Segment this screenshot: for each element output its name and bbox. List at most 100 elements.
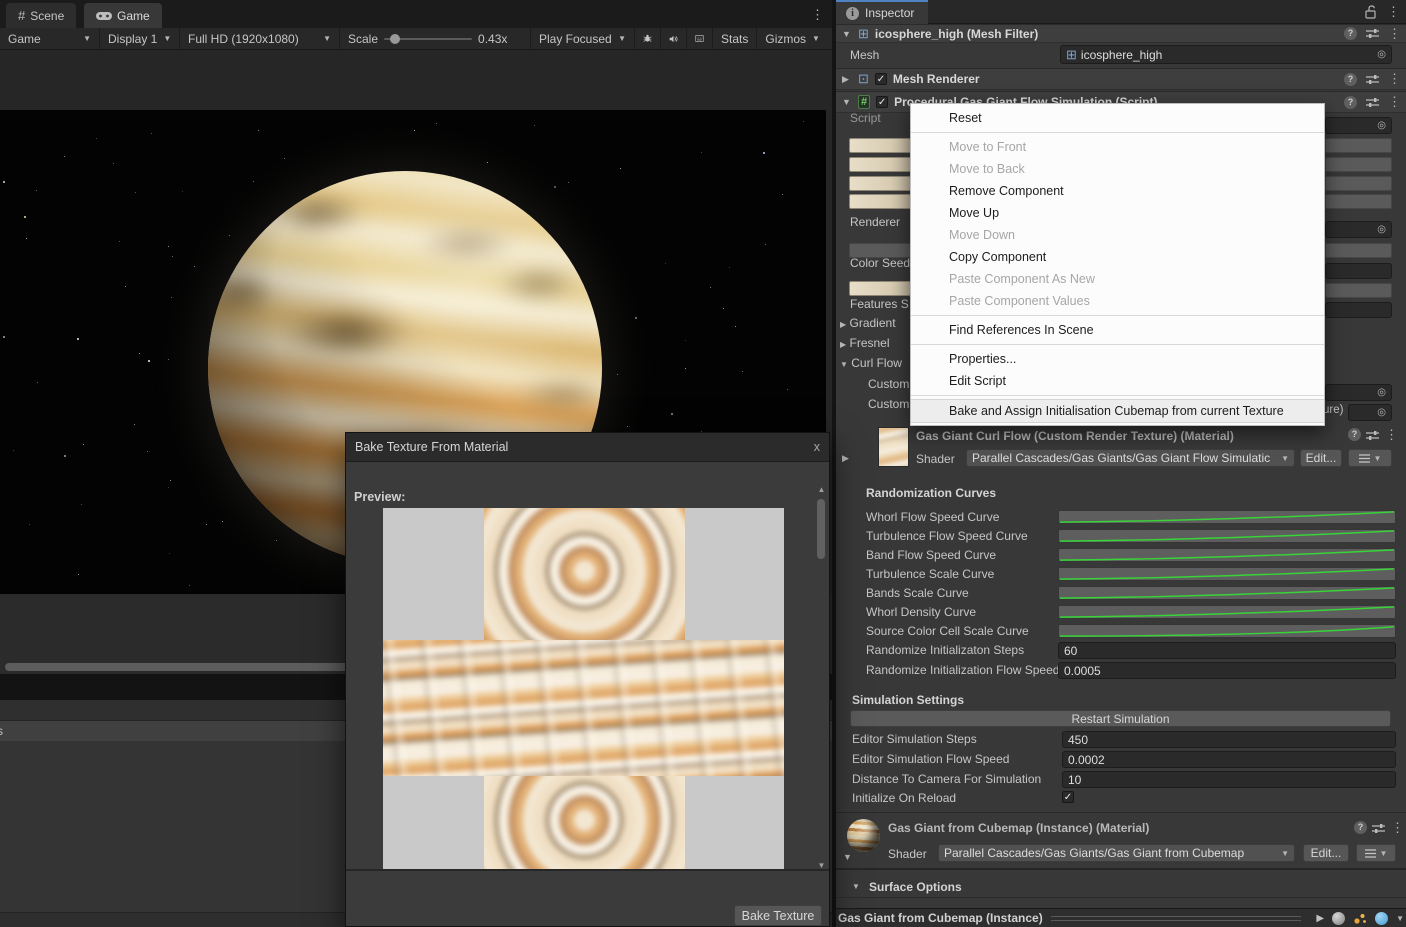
- initialize-on-reload-checkbox[interactable]: ✓: [1062, 791, 1074, 803]
- material-menu-icon[interactable]: ⋮: [1385, 427, 1398, 443]
- curve-field[interactable]: [1058, 510, 1396, 524]
- object-picker-icon[interactable]: ◎: [1377, 224, 1386, 235]
- resolution-dropdown[interactable]: Full HD (1920x1080)▼: [180, 28, 340, 50]
- stats-button[interactable]: Stats: [713, 28, 757, 50]
- curve-field[interactable]: [1058, 567, 1396, 581]
- help-icon[interactable]: ?: [1344, 73, 1357, 86]
- material-menu-icon[interactable]: ⋮: [1391, 820, 1404, 836]
- value-field[interactable]: [1325, 263, 1392, 279]
- tab-game[interactable]: Game: [84, 3, 162, 28]
- material-foldout-icon[interactable]: ▼: [843, 852, 853, 862]
- presets-icon[interactable]: [1366, 74, 1379, 85]
- curve-field[interactable]: [1058, 586, 1396, 600]
- editor-sim-flow-speed-field[interactable]: 0.0002: [1062, 751, 1396, 768]
- gradient-preview-field[interactable]: [849, 176, 911, 191]
- surface-options-row[interactable]: ▼ Surface Options: [836, 876, 1406, 898]
- dialog-close-button[interactable]: x: [814, 440, 820, 454]
- inspector-menu-icon[interactable]: ⋮: [1387, 4, 1400, 20]
- color-seed-field[interactable]: [849, 281, 911, 296]
- shader-edit-button[interactable]: Edit...: [1303, 844, 1349, 862]
- component-menu-icon[interactable]: ⋮: [1388, 94, 1401, 110]
- slider-field-end[interactable]: [1325, 243, 1392, 258]
- gradient-field-end[interactable]: [1325, 176, 1392, 191]
- randomize-flow-speed-field[interactable]: 0.0005: [1058, 662, 1396, 679]
- script-enabled-checkbox[interactable]: ✓: [876, 96, 888, 108]
- gradient-field-end[interactable]: [1325, 138, 1392, 153]
- dialog-titlebar[interactable]: Bake Texture From Material x: [346, 433, 829, 462]
- foldout-closed-icon[interactable]: ▶: [842, 74, 852, 85]
- focus-mode-dropdown[interactable]: Play Focused▼: [530, 28, 635, 50]
- help-icon[interactable]: ?: [1344, 96, 1357, 109]
- lock-open-icon[interactable]: [1365, 5, 1377, 19]
- gradient-field-end[interactable]: [1325, 194, 1392, 209]
- curve-field[interactable]: [1058, 624, 1396, 638]
- menu-item-remove-component[interactable]: Remove Component: [911, 180, 1324, 202]
- material-foldout-icon[interactable]: ▶: [842, 453, 852, 464]
- debug-bug-button[interactable]: [635, 28, 661, 50]
- mesh-renderer-header[interactable]: ▶ ⊡ ✓ Mesh Renderer ? ⋮: [836, 68, 1406, 90]
- preview-options-caret[interactable]: ▼: [1396, 914, 1404, 923]
- menu-item-edit-script[interactable]: Edit Script: [911, 370, 1324, 392]
- dialog-scrollbar[interactable]: ▲ ▼: [816, 485, 827, 870]
- object-picker-icon[interactable]: ◎: [1377, 407, 1386, 418]
- scale-slider[interactable]: [384, 38, 472, 40]
- material-list-button[interactable]: ▼: [1356, 844, 1396, 862]
- menu-item-properties[interactable]: Properties...: [911, 348, 1324, 370]
- script-object-field[interactable]: ◎: [1325, 117, 1392, 134]
- object-picker-icon[interactable]: ◎: [1377, 49, 1386, 60]
- tab-scene[interactable]: # Scene: [6, 3, 76, 28]
- help-icon[interactable]: ?: [1348, 428, 1361, 441]
- gradient-preview-field[interactable]: [849, 157, 911, 172]
- curl-material-thumbnail[interactable]: [878, 427, 909, 467]
- mute-audio-button[interactable]: [661, 28, 687, 50]
- mesh-renderer-enabled-checkbox[interactable]: ✓: [875, 73, 887, 85]
- renderer-object-field[interactable]: ◎: [1325, 221, 1392, 238]
- preview-lighting-icon[interactable]: [1353, 912, 1367, 925]
- curve-field[interactable]: [1058, 605, 1396, 619]
- scrollbar-thumb[interactable]: [817, 499, 825, 559]
- custom-texture-object-field[interactable]: ◎: [1325, 384, 1392, 401]
- gradient-preview-field[interactable]: [849, 194, 911, 209]
- bake-texture-button[interactable]: Bake Texture: [734, 905, 822, 926]
- presets-icon[interactable]: [1366, 97, 1379, 108]
- drag-handle[interactable]: [1051, 916, 1301, 921]
- shader-dropdown[interactable]: Parallel Cascades/Gas Giants/Gas Giant f…: [938, 844, 1295, 862]
- custom-texture-object-field[interactable]: ◎: [1348, 404, 1392, 421]
- menu-item-reset[interactable]: Reset: [911, 107, 1324, 129]
- slider-field-end[interactable]: [1325, 283, 1392, 298]
- display-dropdown[interactable]: Display 1▼: [100, 28, 180, 50]
- shader-dropdown[interactable]: Parallel Cascades/Gas Giants/Gas Giant F…: [966, 449, 1295, 467]
- material-list-button[interactable]: ▼: [1348, 449, 1392, 467]
- foldout-open-icon[interactable]: ▼: [842, 29, 852, 39]
- menu-item-bake-cubemap[interactable]: Bake and Assign Initialisation Cubemap f…: [911, 399, 1324, 423]
- component-menu-icon[interactable]: ⋮: [1388, 26, 1401, 42]
- component-menu-icon[interactable]: ⋮: [1388, 71, 1401, 87]
- menu-item-copy-component[interactable]: Copy Component: [911, 246, 1324, 268]
- material-preview-bar[interactable]: Gas Giant from Cubemap (Instance) ▶ ▼: [836, 908, 1406, 927]
- gizmos-dropdown[interactable]: Gizmos▼: [757, 28, 828, 50]
- object-picker-icon[interactable]: ◎: [1377, 120, 1386, 131]
- curve-field[interactable]: [1058, 529, 1396, 543]
- shader-edit-button[interactable]: Edit...: [1300, 449, 1342, 467]
- help-icon[interactable]: ?: [1344, 27, 1357, 40]
- preview-sphere-icon[interactable]: [1332, 912, 1345, 925]
- menu-item-find-references[interactable]: Find References In Scene: [911, 319, 1324, 341]
- distance-to-camera-field[interactable]: 10: [1062, 771, 1396, 788]
- keyboard-shortcuts-button[interactable]: [687, 28, 713, 50]
- presets-icon[interactable]: [1366, 430, 1379, 441]
- preview-play-icon[interactable]: ▶: [1316, 913, 1324, 924]
- presets-icon[interactable]: [1372, 823, 1385, 834]
- mesh-filter-header[interactable]: ▼ ⊞ icosphere_high (Mesh Filter) ? ⋮: [836, 24, 1406, 43]
- game-view-menu-icon[interactable]: ⋮: [811, 7, 824, 23]
- restart-simulation-button[interactable]: Restart Simulation: [850, 710, 1391, 727]
- object-picker-icon[interactable]: ◎: [1377, 387, 1386, 398]
- curl-flow-foldout[interactable]: ▼ Curl Flow: [840, 356, 902, 370]
- curve-field[interactable]: [1058, 548, 1396, 562]
- presets-icon[interactable]: [1366, 28, 1379, 39]
- menu-item-move-up[interactable]: Move Up: [911, 202, 1324, 224]
- tab-inspector[interactable]: i Inspector: [836, 0, 928, 24]
- gradient-foldout[interactable]: ▶ Gradient: [840, 316, 896, 330]
- foldout-open-icon[interactable]: ▼: [842, 97, 852, 107]
- help-icon[interactable]: ?: [1354, 821, 1367, 834]
- fresnel-foldout[interactable]: ▶ Fresnel: [840, 336, 890, 350]
